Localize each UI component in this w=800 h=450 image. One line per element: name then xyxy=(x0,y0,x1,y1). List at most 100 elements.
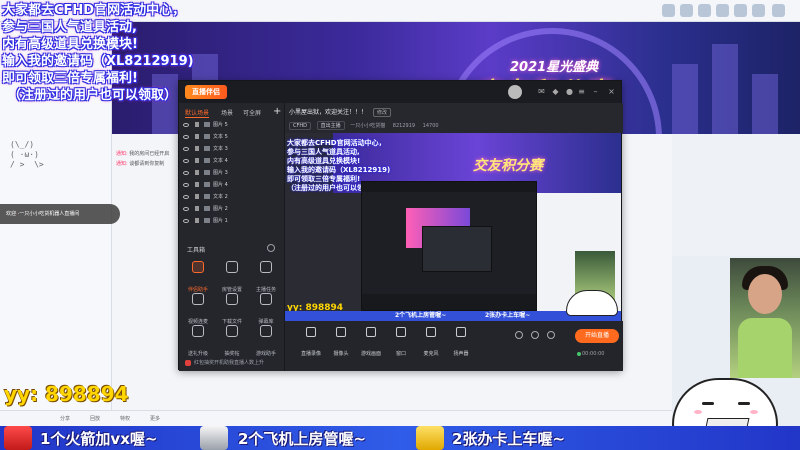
host-name: 一只小小吃货猫 xyxy=(350,123,386,129)
live-timer: 00:00:00 xyxy=(582,351,605,357)
tool-assistant[interactable]: 伴侣助手 xyxy=(183,261,213,293)
tool-video-link[interactable]: 视频连麦 xyxy=(183,293,213,325)
ticker-item: 2个飞机上房管喔~ xyxy=(238,430,367,448)
welcome-toast: 欢迎··一只小小吃货机器人直播间 xyxy=(0,204,120,224)
close-icon[interactable]: × xyxy=(607,87,616,96)
download-icon[interactable] xyxy=(734,4,747,17)
tab-fullscreen[interactable]: 可全屏 xyxy=(243,108,261,117)
bottom-tip[interactable]: 红包抽奖开机助我直播人数上升 xyxy=(185,359,264,366)
share-link[interactable]: 分享 xyxy=(60,415,70,422)
lock-icon[interactable] xyxy=(195,218,199,223)
window-capture-button[interactable]: 窗口 xyxy=(389,327,413,359)
promo-overlay: 大家都去CFHD官网活动中心， 参与三国人气道具活动, 内有高级道具兑换模块! … xyxy=(2,3,194,103)
eye-icon[interactable] xyxy=(183,182,189,187)
chat-notice: 通知: 我的房间已经开启 xyxy=(116,151,170,157)
eye-icon[interactable] xyxy=(183,170,189,175)
lock-icon[interactable] xyxy=(195,182,199,187)
eye-icon[interactable] xyxy=(183,158,189,163)
go-live-button[interactable]: 开始直播 xyxy=(575,329,619,343)
game-capture-button[interactable]: 游戏画面 xyxy=(359,327,383,359)
app-title-bar: 直播伴侣 ✉ ◆ ● ≡ – × xyxy=(179,81,621,103)
ticker-item: 2张办卡上车喔~ xyxy=(452,430,566,448)
edit-title-button[interactable]: 修改 xyxy=(373,108,392,117)
lock-icon[interactable] xyxy=(195,170,199,175)
source-item[interactable]: 文本 5 xyxy=(183,131,281,143)
tab-default-scene[interactable]: 默认场景 xyxy=(185,108,210,118)
speaker-button[interactable]: 扬声器 xyxy=(449,327,473,359)
mail-icon[interactable]: ✉ xyxy=(537,87,546,96)
add-scene-button[interactable]: + xyxy=(273,106,281,117)
room-info-header: 小黑屋出狱，欢迎关注！！！ 修改 CFHD 直出主播 一只小小吃货猫 821291… xyxy=(285,103,623,133)
eye-icon[interactable] xyxy=(183,194,189,199)
more-link[interactable]: 更多 xyxy=(150,415,160,422)
room-title: 小黑屋出狱，欢迎关注！！！ 修改 xyxy=(289,107,392,117)
camera-button[interactable]: 摄像头 xyxy=(329,327,353,359)
gift-box-icon xyxy=(226,325,238,337)
bell-icon[interactable]: ● xyxy=(565,87,574,96)
message-icon[interactable] xyxy=(680,4,693,17)
microphone-button[interactable]: 麦克风 xyxy=(419,327,443,359)
settings-icon[interactable] xyxy=(752,4,765,17)
lock-icon[interactable] xyxy=(195,134,199,139)
app-control-bar: 直播录像 摄像头 游戏画面 窗口 麦克风 扬声器 开始直播 00:00:00 xyxy=(285,321,623,371)
replay-link[interactable]: 回放 xyxy=(90,415,100,422)
eye-icon[interactable] xyxy=(183,134,189,139)
source-item[interactable]: 文本 4 xyxy=(183,155,281,167)
tab-scene[interactable]: 场景 xyxy=(221,108,233,117)
stream-preview[interactable]: 交友积分赛 大家都去CFHD官网活动中心， 参与三国人气道具活动, 内有高级道具… xyxy=(285,133,621,321)
lock-icon[interactable] xyxy=(195,158,199,163)
record-icon xyxy=(306,327,316,337)
tool-lottery[interactable]: 抽奖帖 xyxy=(217,325,247,357)
source-item[interactable]: 图片 4 xyxy=(183,179,281,191)
home-icon[interactable] xyxy=(662,4,675,17)
source-item[interactable]: 图片 5 xyxy=(183,119,281,131)
source-item[interactable]: 图片 3 xyxy=(183,167,281,179)
tool-danmaku[interactable]: 弹幕库 xyxy=(251,293,281,325)
gift-icon[interactable]: ◆ xyxy=(551,87,560,96)
avatar[interactable] xyxy=(508,85,522,99)
gamepad-icon xyxy=(366,327,376,337)
tag-chip[interactable]: 直出主播 xyxy=(316,121,345,130)
lock-icon[interactable] xyxy=(195,122,199,127)
minimize-icon[interactable]: – xyxy=(591,87,600,96)
lock-icon[interactable] xyxy=(195,194,199,199)
game-icon[interactable] xyxy=(716,4,729,17)
category-chip[interactable]: CFHD xyxy=(289,122,311,130)
source-item[interactable]: 图片 2 xyxy=(183,203,281,215)
mail-icon[interactable] xyxy=(698,4,711,17)
tool-download[interactable]: 下载文件 xyxy=(217,293,247,325)
lock-icon[interactable] xyxy=(195,206,199,211)
eye-icon[interactable] xyxy=(183,218,189,223)
image-icon xyxy=(204,170,210,175)
gift-panel xyxy=(672,134,800,256)
rocket-icon xyxy=(4,426,32,450)
toolbox-settings-icon[interactable] xyxy=(267,244,275,252)
page-bottom-bar: 分享 回放 特权 更多 xyxy=(0,410,672,426)
eye-icon[interactable] xyxy=(183,122,189,127)
tool-game-helper[interactable]: 游戏助手 xyxy=(251,325,281,357)
user-icon[interactable] xyxy=(772,4,785,17)
kaomoji-art: (\_/) ( ·ω·) / > \> xyxy=(10,140,44,169)
eye-icon[interactable] xyxy=(531,331,539,339)
text-icon xyxy=(204,194,210,199)
source-item[interactable]: 文本 2 xyxy=(183,191,281,203)
tool-gift-level[interactable]: 送礼升级 xyxy=(183,325,213,357)
record-button[interactable]: 直播录像 xyxy=(299,327,323,359)
tool-room-admin[interactable]: 房管设置 xyxy=(217,261,247,293)
tool-host-tasks[interactable]: 主播任务 xyxy=(251,261,281,293)
eye-icon[interactable] xyxy=(183,206,189,211)
camera-icon xyxy=(336,327,346,337)
image-icon xyxy=(204,122,210,127)
video-icon xyxy=(192,293,204,305)
menu-icon[interactable]: ≡ xyxy=(577,87,586,96)
source-item[interactable]: 文本 3 xyxy=(183,143,281,155)
gear-icon[interactable] xyxy=(547,331,555,339)
privilege-link[interactable]: 特权 xyxy=(120,415,130,422)
webcam-feed xyxy=(730,258,800,378)
room-meta: CFHD 直出主播 一只小小吃货猫 8212919 14700 xyxy=(289,121,439,130)
source-item[interactable]: 图片 1 xyxy=(183,215,281,227)
text-icon xyxy=(204,158,210,163)
lock-icon[interactable] xyxy=(195,146,199,151)
layout-icon[interactable] xyxy=(515,331,523,339)
eye-icon[interactable] xyxy=(183,146,189,151)
